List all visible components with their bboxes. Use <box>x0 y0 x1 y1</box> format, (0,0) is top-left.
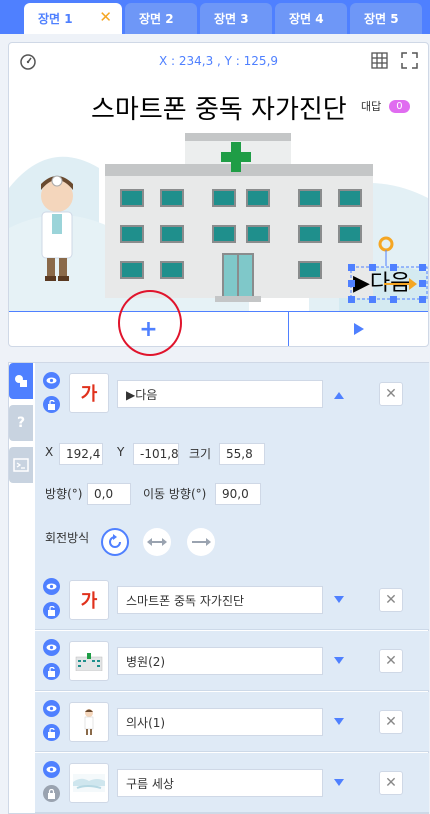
tab-scene-2[interactable]: 장면 2 <box>125 3 197 34</box>
x-label: X <box>45 445 54 459</box>
answer-value: 0 <box>389 99 410 113</box>
y-label: Y <box>117 445 125 459</box>
unlock-icon[interactable] <box>43 663 60 680</box>
object-row-doctor[interactable]: 의사(1) ✕ <box>35 692 429 752</box>
side-tab-help[interactable]: ? <box>9 405 33 441</box>
side-tab-bar: ? <box>9 363 35 813</box>
clouds-thumbnail <box>69 763 109 803</box>
tab-scene-4[interactable]: 장면 4 <box>275 3 347 34</box>
stage-toolbar: X : 234,3 , Y : 125,9 <box>9 43 428 78</box>
doctor-thumbnail <box>69 702 109 742</box>
delete-object-button[interactable]: ✕ <box>379 588 403 612</box>
shapes-icon <box>15 375 27 387</box>
eye-icon[interactable] <box>43 700 60 717</box>
fullscreen-icon[interactable] <box>401 52 418 69</box>
tab-scene-1[interactable]: 장면 1 ✕ <box>24 3 122 34</box>
scene-tab-bar: 장면 1 ✕ 장면 2 장면 3 장면 4 장면 5 <box>0 0 430 34</box>
y-field[interactable]: -101,8 <box>133 443 179 465</box>
chevron-up-icon[interactable] <box>333 390 345 400</box>
delete-object-button[interactable]: ✕ <box>379 710 403 734</box>
hospital-sprite[interactable] <box>105 133 373 302</box>
mouse-coordinates: X : 234,3 , Y : 125,9 <box>158 54 279 68</box>
object-name-input[interactable]: 의사(1) <box>117 708 323 736</box>
direction-label: 방향(°) <box>45 487 83 501</box>
side-tab-console[interactable] <box>9 447 33 483</box>
stage-title-text[interactable]: 스마트폰 중독 자가진단 <box>89 94 349 126</box>
object-name-input[interactable]: ▶다음 <box>117 380 323 408</box>
stage-panel: X : 234,3 , Y : 125,9 ▶다음 스마트폰 중독 자가진단 대… <box>8 42 429 347</box>
chevron-down-icon[interactable] <box>333 656 345 666</box>
tab-label: 장면 5 <box>364 12 399 26</box>
size-label: 크기 <box>189 447 212 461</box>
tab-label: 장면 2 <box>139 12 174 26</box>
eye-icon[interactable] <box>43 372 60 389</box>
move-direction-field[interactable]: 90,0 <box>215 483 261 505</box>
object-row-next[interactable]: 가 ▶다음 ✕ <box>35 363 429 425</box>
close-icon[interactable]: ✕ <box>99 8 112 26</box>
arrow-right-icon <box>192 538 211 546</box>
object-thumbnail: 가 <box>69 373 109 413</box>
object-name-input[interactable]: 병원(2) <box>117 647 323 675</box>
eye-icon[interactable] <box>43 761 60 778</box>
chevron-down-icon[interactable] <box>333 778 345 788</box>
lock-icon[interactable] <box>43 785 60 802</box>
unlock-icon[interactable] <box>43 602 60 619</box>
size-field[interactable]: 55,8 <box>219 443 265 465</box>
side-tab-objects[interactable] <box>9 363 33 399</box>
object-thumbnail: 가 <box>69 580 109 620</box>
direction-field[interactable]: 0,0 <box>87 483 131 505</box>
eye-icon[interactable] <box>43 639 60 656</box>
annotation-circle <box>118 290 182 356</box>
stage-controls: + <box>9 311 428 346</box>
grid-icon[interactable] <box>371 52 388 69</box>
eye-icon[interactable] <box>43 578 60 595</box>
chevron-down-icon[interactable] <box>333 595 345 605</box>
tab-label: 장면 1 <box>38 12 73 26</box>
delete-object-button[interactable]: ✕ <box>379 649 403 673</box>
tab-label: 장면 4 <box>289 12 324 26</box>
tab-label: 장면 3 <box>214 12 249 26</box>
move-direction-label: 이동 방향(°) <box>143 487 207 501</box>
chevron-down-icon[interactable] <box>333 717 345 727</box>
unlock-icon[interactable] <box>43 724 60 741</box>
rotate-icon <box>109 534 121 548</box>
x-field[interactable]: 192,4 <box>59 443 103 465</box>
object-panel: ? 가 ▶다음 ✕ X 192,4 Y -101,8 크기 55,8 방향(°)… <box>8 362 429 814</box>
object-row-title[interactable]: 가 스마트폰 중독 자가진단 ✕ <box>35 570 429 630</box>
rotate-none-button[interactable] <box>187 528 215 556</box>
object-row-clouds[interactable]: 구름 세상 ✕ <box>35 753 429 813</box>
object-name-input[interactable]: 스마트폰 중독 자가진단 <box>117 586 323 614</box>
stage-canvas[interactable]: ▶다음 스마트폰 중독 자가진단 대답 0 <box>9 78 428 311</box>
answer-label: 대답 <box>361 100 382 113</box>
play-icon <box>353 323 364 335</box>
answer-monitor: 대답 0 <box>356 96 420 116</box>
object-row-hospital[interactable]: 병원(2) ✕ <box>35 631 429 691</box>
object-properties: X 192,4 Y -101,8 크기 55,8 방향(°) 0,0 이동 방향… <box>35 425 429 570</box>
play-button[interactable] <box>289 312 428 346</box>
hospital-thumbnail <box>69 641 109 681</box>
delete-object-button[interactable]: ✕ <box>379 771 403 795</box>
unlock-icon[interactable] <box>43 396 60 413</box>
question-icon: ? <box>16 415 26 431</box>
delete-object-button[interactable]: ✕ <box>379 382 403 406</box>
object-name-input[interactable]: 구름 세상 <box>117 769 323 797</box>
rotation-label: 회전방식 <box>45 531 90 545</box>
tab-scene-3[interactable]: 장면 3 <box>200 3 272 34</box>
rotate-horizontal-button[interactable] <box>143 528 171 556</box>
flip-horizontal-icon <box>147 538 167 546</box>
rotate-free-button[interactable] <box>101 528 129 556</box>
tab-scene-5[interactable]: 장면 5 <box>350 3 422 34</box>
console-icon <box>13 458 29 472</box>
